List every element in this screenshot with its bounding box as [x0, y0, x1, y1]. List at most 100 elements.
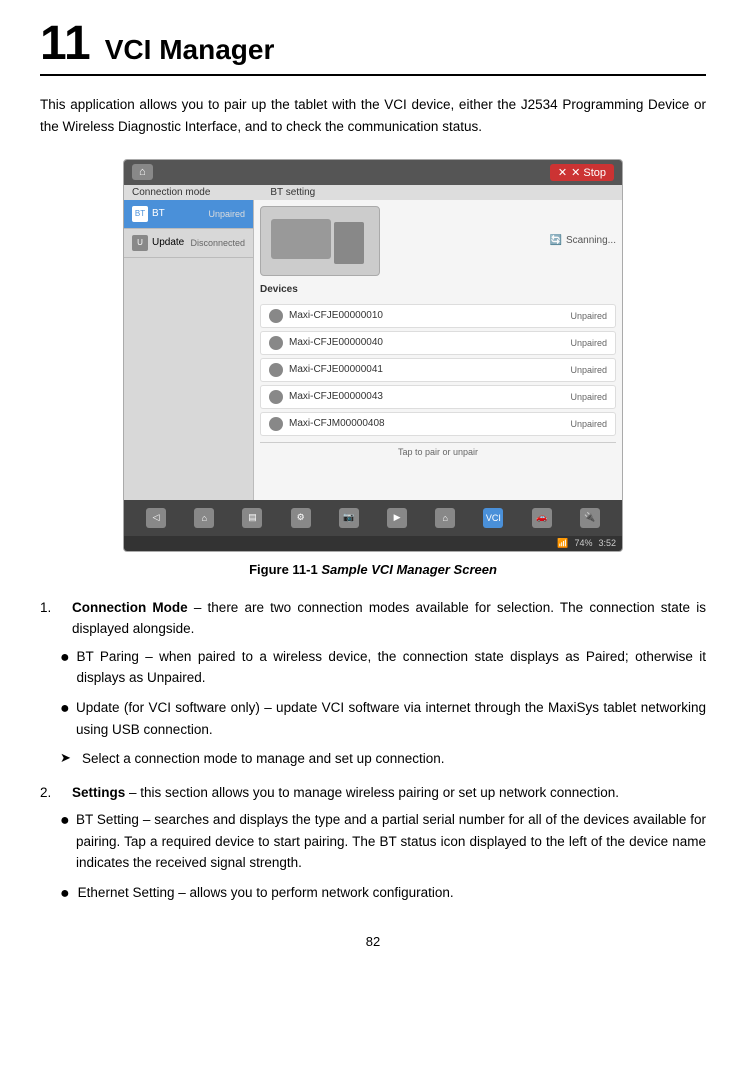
dev-name-1: Maxi-CFJE00000040 [289, 337, 570, 348]
intro-paragraph: This application allows you to pair up t… [40, 94, 706, 139]
bullet-text-2-1: Ethernet Setting – allows you to perform… [78, 882, 454, 904]
dev-name-2: Maxi-CFJE00000041 [289, 364, 570, 375]
dev-status-3: Unpaired [570, 392, 607, 402]
sc-bottom-nav: ◁ ⌂ ▤ ⚙ 📷 ▶ ⌂ VCI 🚗 🔌 [124, 500, 622, 536]
dev-status-0: Unpaired [570, 311, 607, 321]
section-1-bullets: ● BT Paring – when paired to a wireless … [60, 646, 706, 740]
device-row-4[interactable]: Maxi-CFJM00000408 Unpaired [260, 412, 616, 436]
dev-icon-1 [269, 336, 283, 350]
dev-status-1: Unpaired [570, 338, 607, 348]
nav-folder-icon[interactable]: ▤ [242, 508, 262, 528]
sc-device-img [260, 206, 380, 276]
nav-camera-icon[interactable]: 📷 [339, 508, 359, 528]
section-2-dash: – [129, 785, 140, 800]
sc-scanning: 🔄 Scanning... [550, 235, 617, 246]
dev-icon-0 [269, 309, 283, 323]
arrow-sym-1: ➤ [60, 748, 74, 769]
devices-label: Devices [260, 284, 298, 295]
bullet-dot-2-1: ● [60, 886, 70, 902]
nav-vci-icon[interactable]: VCI [483, 508, 503, 528]
sc-body: BT BT Unpaired U Update Disconnected [124, 200, 622, 500]
sc-tap-hint: Tap to pair or unpair [260, 442, 616, 457]
nav-home-icon[interactable]: ⌂ [194, 508, 214, 528]
sc-stop-btn[interactable]: ✕ ✕ Stop [550, 164, 614, 181]
sc-home-btn[interactable]: ⌂ [132, 164, 153, 180]
sc-left-panel: BT BT Unpaired U Update Disconnected [124, 200, 254, 500]
sc-status-bar: 📶 74% 3:52 [124, 536, 622, 551]
screenshot-container: ⌂ ✕ ✕ Stop Connection mode BT setting BT… [40, 159, 706, 552]
bullet-1-0: ● BT Paring – when paired to a wireless … [60, 646, 706, 689]
sc-right-panel: 🔄 Scanning... Devices Maxi-CFJE00000010 … [254, 200, 622, 500]
chapter-header: 11 VCI Manager [40, 20, 706, 76]
dev-name-4: Maxi-CFJM00000408 [289, 418, 570, 429]
section-2-bullets: ● BT Setting – searches and displays the… [60, 809, 706, 903]
sc-left-update-item[interactable]: U Update Disconnected [124, 229, 253, 258]
update-label: Update [152, 237, 184, 248]
dev-status-4: Unpaired [570, 419, 607, 429]
section-2: 2. Settings – this section allows you to… [40, 782, 706, 904]
nav-settings-icon[interactable]: ⚙ [291, 508, 311, 528]
section-1-arrow: ➤ Select a connection mode to manage and… [60, 748, 706, 770]
bullet-2-0: ● BT Setting – searches and displays the… [60, 809, 706, 874]
sc-device-header: 🔄 Scanning... [260, 206, 616, 276]
stop-label: ✕ Stop [571, 166, 606, 179]
screenshot: ⌂ ✕ ✕ Stop Connection mode BT setting BT… [123, 159, 623, 552]
nav-back-icon[interactable]: ◁ [146, 508, 166, 528]
section-1-num: 1. [40, 597, 62, 619]
dev-name-3: Maxi-CFJE00000043 [289, 391, 570, 402]
section-2-text: this section allows you to manage wirele… [140, 785, 619, 800]
device-row-3[interactable]: Maxi-CFJE00000043 Unpaired [260, 385, 616, 409]
device-row-0[interactable]: Maxi-CFJE00000010 Unpaired [260, 304, 616, 328]
mode-bar-left: Connection mode [132, 187, 210, 198]
section-1-content: Connection Mode – there are two connecti… [72, 597, 706, 640]
sc-mode-bar: Connection mode BT setting [124, 185, 622, 200]
section-1-term: Connection Mode [72, 600, 188, 615]
bullet-dot-1-1: ● [60, 701, 68, 717]
dev-icon-4 [269, 417, 283, 431]
stop-icon: ✕ [558, 166, 567, 179]
section-1-dash: – [194, 600, 208, 615]
update-icon: U [132, 235, 148, 251]
nav-car-icon[interactable]: 🚗 [532, 508, 552, 528]
wifi-icon: 📶 [557, 538, 568, 549]
sc-left-bt-item[interactable]: BT BT Unpaired [124, 200, 253, 229]
scanning-label: Scanning... [566, 235, 616, 246]
dev-name-0: Maxi-CFJE00000010 [289, 310, 570, 321]
section-2-term: Settings [72, 785, 125, 800]
section-1: 1. Connection Mode – there are two conne… [40, 597, 706, 770]
nav-map-icon[interactable]: ⌂ [435, 508, 455, 528]
bt-status: Unpaired [208, 209, 245, 219]
page-number: 82 [40, 934, 706, 949]
chapter-number: 11 [40, 20, 91, 68]
battery-level: 74% [574, 538, 592, 548]
arrow-text-1: Select a connection mode to manage and s… [82, 748, 445, 770]
bullet-1-1: ● Update (for VCI software only) – updat… [60, 697, 706, 740]
figure-italic: Sample VCI Manager Screen [321, 562, 497, 577]
sc-top-bar: ⌂ ✕ ✕ Stop [124, 160, 622, 185]
dev-icon-3 [269, 390, 283, 404]
chapter-title: VCI Manager [105, 34, 275, 66]
nav-diag-icon[interactable]: 🔌 [580, 508, 600, 528]
figure-label: Figure 11-1 [249, 562, 318, 577]
section-2-header: 2. Settings – this section allows you to… [40, 782, 706, 804]
bullet-text-1-1: Update (for VCI software only) – update … [76, 697, 706, 740]
figure-caption: Figure 11-1 Sample VCI Manager Screen [40, 562, 706, 577]
mode-bar-right: BT setting [270, 187, 315, 198]
section-2-num: 2. [40, 782, 62, 804]
section-2-content: Settings – this section allows you to ma… [72, 782, 619, 804]
device-row-2[interactable]: Maxi-CFJE00000041 Unpaired [260, 358, 616, 382]
sections-container: 1. Connection Mode – there are two conne… [40, 597, 706, 904]
bullet-text-2-0: BT Setting – searches and displays the t… [76, 809, 706, 874]
bullet-text-1-0: BT Paring – when paired to a wireless de… [76, 646, 706, 689]
time-display: 3:52 [598, 538, 616, 548]
dev-icon-2 [269, 363, 283, 377]
device-row-1[interactable]: Maxi-CFJE00000040 Unpaired [260, 331, 616, 355]
bullet-2-1: ● Ethernet Setting – allows you to perfo… [60, 882, 706, 904]
bullet-dot-1-0: ● [60, 650, 68, 666]
bullet-dot-2-0: ● [60, 813, 68, 829]
update-status: Disconnected [190, 238, 245, 248]
section-1-header: 1. Connection Mode – there are two conne… [40, 597, 706, 640]
dev-status-2: Unpaired [570, 365, 607, 375]
nav-media-icon[interactable]: ▶ [387, 508, 407, 528]
bt-label: BT [152, 208, 165, 219]
